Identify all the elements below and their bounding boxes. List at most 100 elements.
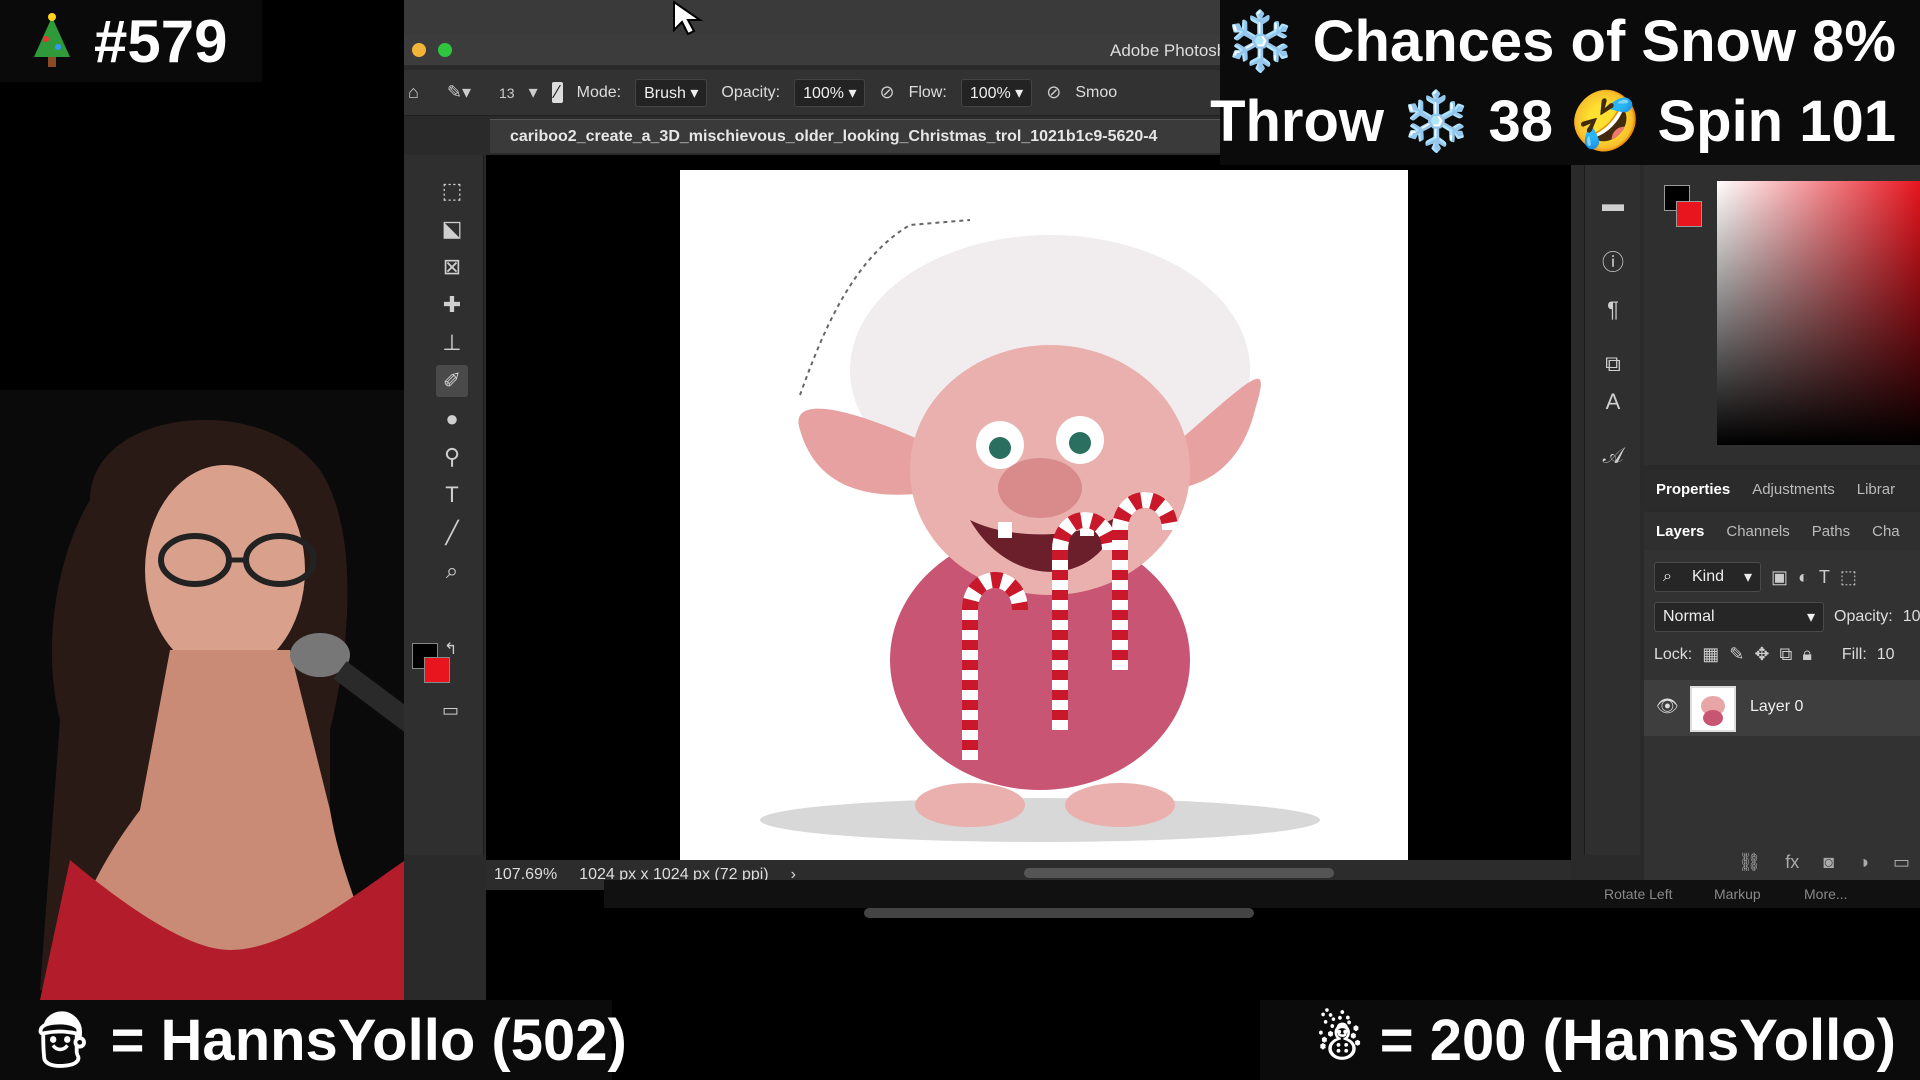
fx-icon[interactable]: fx (1785, 852, 1799, 873)
dodge-tool-icon[interactable]: ⚲ (436, 441, 468, 473)
zoom-tool-icon[interactable]: ⌕ (436, 555, 468, 587)
adjustment-layer-icon[interactable]: ◑ (1858, 852, 1869, 873)
lock-pixels-icon[interactable]: ✎ (1729, 644, 1744, 665)
character-styles-icon[interactable]: A (1599, 389, 1627, 415)
layer-thumbnail (1690, 686, 1736, 732)
snow-chance-line: ❄️ Chances of Snow 8% (1224, 9, 1896, 74)
layer-thumbnail-image (1701, 696, 1725, 726)
filter-image-icon[interactable]: ▣ (1771, 567, 1788, 588)
rotate-left-label[interactable]: Rotate Left (1604, 886, 1673, 902)
opacity-value: 100% (803, 84, 844, 102)
swap-colors-icon[interactable]: ↰ (444, 639, 457, 659)
properties-tab-bar: Properties Adjustments Librar (1644, 470, 1920, 508)
info-icon[interactable]: ⓘ (1599, 245, 1627, 277)
minimize-button[interactable] (412, 43, 426, 57)
tab-libraries[interactable]: Librar (1857, 481, 1895, 498)
eye-icon[interactable]: 👁︎ (1656, 696, 1679, 717)
brush-settings-icon[interactable]: ⁄ (551, 82, 563, 103)
quick-mask-icon[interactable]: ▭ (442, 700, 459, 721)
lock-transparent-icon[interactable]: ▦ (1702, 644, 1719, 665)
zoom-level[interactable]: 107.69% (494, 866, 557, 884)
eraser-tool-icon[interactable]: ✐ (436, 365, 468, 397)
lock-position-icon[interactable]: ✥ (1754, 644, 1769, 665)
color-panel-background[interactable] (1676, 201, 1702, 227)
healing-brush-tool-icon[interactable]: ✚ (436, 289, 468, 321)
mode-select[interactable]: Brush ▾ (635, 78, 708, 107)
background-color-swatch[interactable] (424, 657, 450, 683)
lock-label: Lock: (1654, 645, 1693, 663)
layer-row[interactable]: 👁︎ Layer 0 (1644, 680, 1920, 736)
blur-tool-icon[interactable]: ● (436, 403, 468, 435)
more-label[interactable]: More... (1804, 886, 1848, 902)
brush-size[interactable]: 13 (499, 85, 515, 101)
tools-panel: ⬚ ⬕ ⊠ ✚ ⊥ ✐ ● ⚲ T ╱ ⌕ ↰ ▭ (404, 155, 484, 855)
airbrush-icon[interactable]: ⊘ (1046, 82, 1061, 103)
tab-paths[interactable]: Paths (1812, 523, 1850, 540)
panel-icon-column: ▬ ⓘ ¶ ⧉ A 𝒜 (1584, 155, 1640, 855)
frame-tool-icon[interactable]: ⊠ (436, 251, 468, 283)
chevron-down-icon: ▾ (1806, 609, 1815, 626)
background-app-toolbar: Rotate Left Markup More... (604, 880, 1920, 908)
type-tool-icon[interactable]: T (436, 479, 468, 511)
paragraph-styles-icon[interactable]: ⧉ (1599, 351, 1627, 377)
mode-label: Mode: (576, 83, 622, 101)
blend-mode-select[interactable]: Normal ▾ (1654, 602, 1824, 632)
search-icon: ⌕ (1663, 568, 1672, 585)
smoothing-label: Smoo (1075, 83, 1118, 101)
lock-artboard-icon[interactable]: ⧉ (1779, 644, 1792, 665)
troll-artwork (680, 170, 1408, 864)
filter-shape-icon[interactable]: ⬚ (1840, 567, 1857, 588)
color-panel (1644, 165, 1920, 465)
line-tool-icon[interactable]: ╱ (436, 517, 468, 549)
chevron-down-icon: ▾ (1744, 569, 1753, 586)
zoom-button[interactable] (438, 43, 452, 57)
blend-mode-value: Normal (1663, 608, 1715, 625)
comment-icon[interactable]: ▬ (1599, 191, 1627, 217)
filter-adjustment-icon[interactable]: ◐ (1798, 567, 1809, 588)
document-tab-title: cariboo2_create_a_3D_mischievous_older_l… (510, 127, 1158, 145)
layers-tab-bar: Layers Channels Paths Cha (1644, 512, 1920, 550)
opacity-input[interactable]: 100% ▾ (794, 78, 866, 107)
background-scrollbar[interactable] (864, 908, 1254, 918)
flow-input[interactable]: 100% ▾ (960, 78, 1033, 107)
tab-channels[interactable]: Channels (1726, 523, 1789, 540)
eraser-tool-preset-icon[interactable]: ✎▾ (447, 82, 471, 103)
chevron-down-icon[interactable]: ▾ (529, 82, 538, 103)
kind-label: Kind (1691, 568, 1724, 585)
mode-value: Brush (644, 84, 686, 102)
add-mask-icon[interactable]: ◙ (1823, 852, 1834, 873)
home-icon[interactable]: ⌂ (408, 82, 419, 103)
link-layers-icon[interactable]: ⛓ (1738, 852, 1761, 873)
kind-filter-select[interactable]: ⌕ Kind ▾ (1654, 562, 1762, 592)
horizontal-scrollbar[interactable] (1024, 868, 1334, 878)
lock-all-icon[interactable]: 🔒︎ (1802, 644, 1812, 665)
bottom-right-text: = 200 (HannsYollo) (1379, 1007, 1896, 1073)
bottom-left-text: = HannsYollo (502) (110, 1007, 627, 1073)
tab-properties[interactable]: Properties (1656, 481, 1730, 498)
layer-opacity-value[interactable]: 10 (1903, 608, 1920, 626)
paragraph-icon[interactable]: ¶ (1599, 297, 1627, 323)
fill-value[interactable]: 10 (1877, 646, 1895, 664)
tab-adjustments[interactable]: Adjustments (1752, 481, 1835, 498)
object-select-tool-icon[interactable]: ⬕ (436, 213, 468, 245)
snowman-icon: ☃ (1315, 1010, 1364, 1071)
document-canvas[interactable] (680, 170, 1408, 864)
stream-counter-value: #579 (94, 7, 228, 75)
tab-character[interactable]: Cha (1872, 523, 1900, 540)
marquee-tool-icon[interactable]: ⬚ (436, 175, 468, 207)
opacity-label: Opacity: (721, 83, 781, 101)
stamp-tool-icon[interactable]: ⊥ (436, 327, 468, 359)
filter-type-icon[interactable]: T (1819, 567, 1830, 588)
stream-counter: #579 (0, 0, 262, 82)
layer-name[interactable]: Layer 0 (1750, 698, 1803, 716)
color-picker-field[interactable] (1717, 181, 1920, 445)
layer-opacity-label: Opacity: (1834, 608, 1893, 625)
tab-layers[interactable]: Layers (1656, 523, 1704, 540)
layers-bottom-toolbar: ⛓ fx ◙ ◑ ▭ (1644, 844, 1920, 880)
markup-label[interactable]: Markup (1714, 886, 1761, 902)
glyphs-icon[interactable]: 𝒜 (1599, 443, 1627, 469)
pressure-opacity-icon[interactable]: ⊘ (879, 82, 894, 103)
fill-label: Fill: (1841, 645, 1867, 663)
santa-face-icon: 🤶︎ (28, 1009, 97, 1070)
new-group-icon[interactable]: ▭ (1893, 852, 1910, 873)
